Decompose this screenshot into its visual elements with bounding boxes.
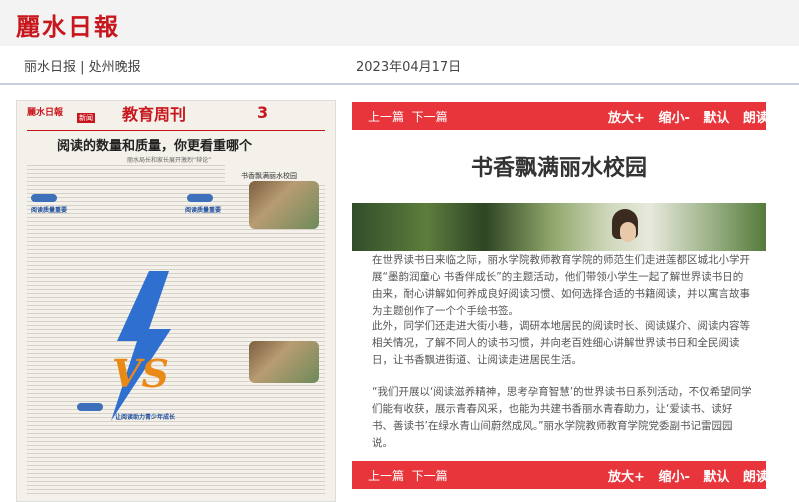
thumbnail-photo-2: [249, 341, 319, 383]
reading-controls: 放大+ 缩小- 默认 朗读: [608, 107, 778, 126]
issue-date: 2023年04月17日: [356, 60, 462, 75]
article-nav: 上一篇 下一篇: [368, 108, 448, 125]
thumbnail-page-number: 3: [257, 103, 269, 122]
thumbnail-edition: 新闻: [77, 113, 95, 123]
thumbnail-badge: [31, 194, 57, 202]
thumbnail-side-title[interactable]: 书香飘满丽水校园: [241, 171, 297, 181]
top-header: 麗水日報: [0, 0, 799, 46]
prev-article-link[interactable]: 上一篇: [368, 110, 404, 124]
article-paragraph: 此外，同学们还走进大街小巷，调研本地居民的阅读时长、阅读媒介、阅读内容等相关情况…: [372, 320, 750, 366]
publication-bar: 丽水日报 | 处州晚报 2023年04月17日: [0, 46, 799, 84]
thumbnail-badge: [77, 403, 103, 411]
thumbnail-badge: [187, 194, 213, 202]
zoom-in-button[interactable]: 放大+: [608, 111, 645, 126]
thumbnail-headline[interactable]: 阅读的数量和质量，你更看重哪个: [57, 135, 252, 154]
article-toolbar-bottom: 上一篇 下一篇 放大+ 缩小- 默认 朗读: [352, 461, 769, 489]
default-size-button[interactable]: 默认: [703, 470, 729, 485]
vs-graphic: VS: [112, 351, 169, 396]
prev-article-link[interactable]: 上一篇: [368, 469, 404, 483]
thumbnail-logo: 麗水日報: [27, 108, 64, 118]
publication-links[interactable]: 丽水日报 | 处州晚报: [24, 56, 141, 75]
article-title: 书香飘满丽水校园: [470, 155, 647, 181]
next-article-link[interactable]: 下一篇: [412, 469, 448, 483]
article-paragraph: 在世界读书日来临之际，丽水学院教师教育学院的师范生们走进莲都区城北小学开展“墨韵…: [372, 254, 750, 317]
thumbnail-rule: [27, 130, 325, 131]
thumbnail-section-title: 教育周刊: [122, 105, 187, 124]
article-toolbar-top: 上一篇 下一篇 放大+ 缩小- 默认 朗读: [352, 102, 769, 130]
divider: [0, 83, 799, 85]
banner-figure-face: [620, 222, 636, 242]
zoom-in-button[interactable]: 放大+: [608, 470, 645, 485]
article-paragraph: “我们开展以‘阅读滋养精神，思考孕育智慧’的世界读书日系列活动，不仅希望同学们能…: [372, 386, 752, 449]
zoom-out-button[interactable]: 缩小-: [658, 470, 689, 485]
read-aloud-button[interactable]: 朗读: [743, 111, 769, 126]
reading-controls: 放大+ 缩小- 默认 朗读: [608, 466, 778, 485]
lightning-bolt-icon: [111, 271, 171, 421]
thumbnail-tag: 阅读质量重要: [31, 207, 68, 214]
next-article-link[interactable]: 下一篇: [412, 110, 448, 124]
default-size-button[interactable]: 默认: [703, 111, 729, 126]
article-nav: 上一篇 下一篇: [368, 467, 448, 484]
zoom-out-button[interactable]: 缩小-: [658, 111, 689, 126]
read-aloud-button[interactable]: 朗读: [743, 470, 769, 485]
article-banner-image: [352, 203, 766, 251]
site-logo[interactable]: 麗水日報: [16, 7, 120, 42]
thumbnail-photo-1: [249, 181, 319, 229]
thumbnail-subhead: 丽水局长和家长展开激烈“辩论”: [127, 157, 212, 164]
newspaper-page-thumbnail[interactable]: 麗水日報 新闻 教育周刊 3 阅读的数量和质量，你更看重哪个 丽水局长和家长展开…: [16, 100, 336, 502]
thumbnail-tag: 阅读质量重要: [185, 207, 222, 214]
